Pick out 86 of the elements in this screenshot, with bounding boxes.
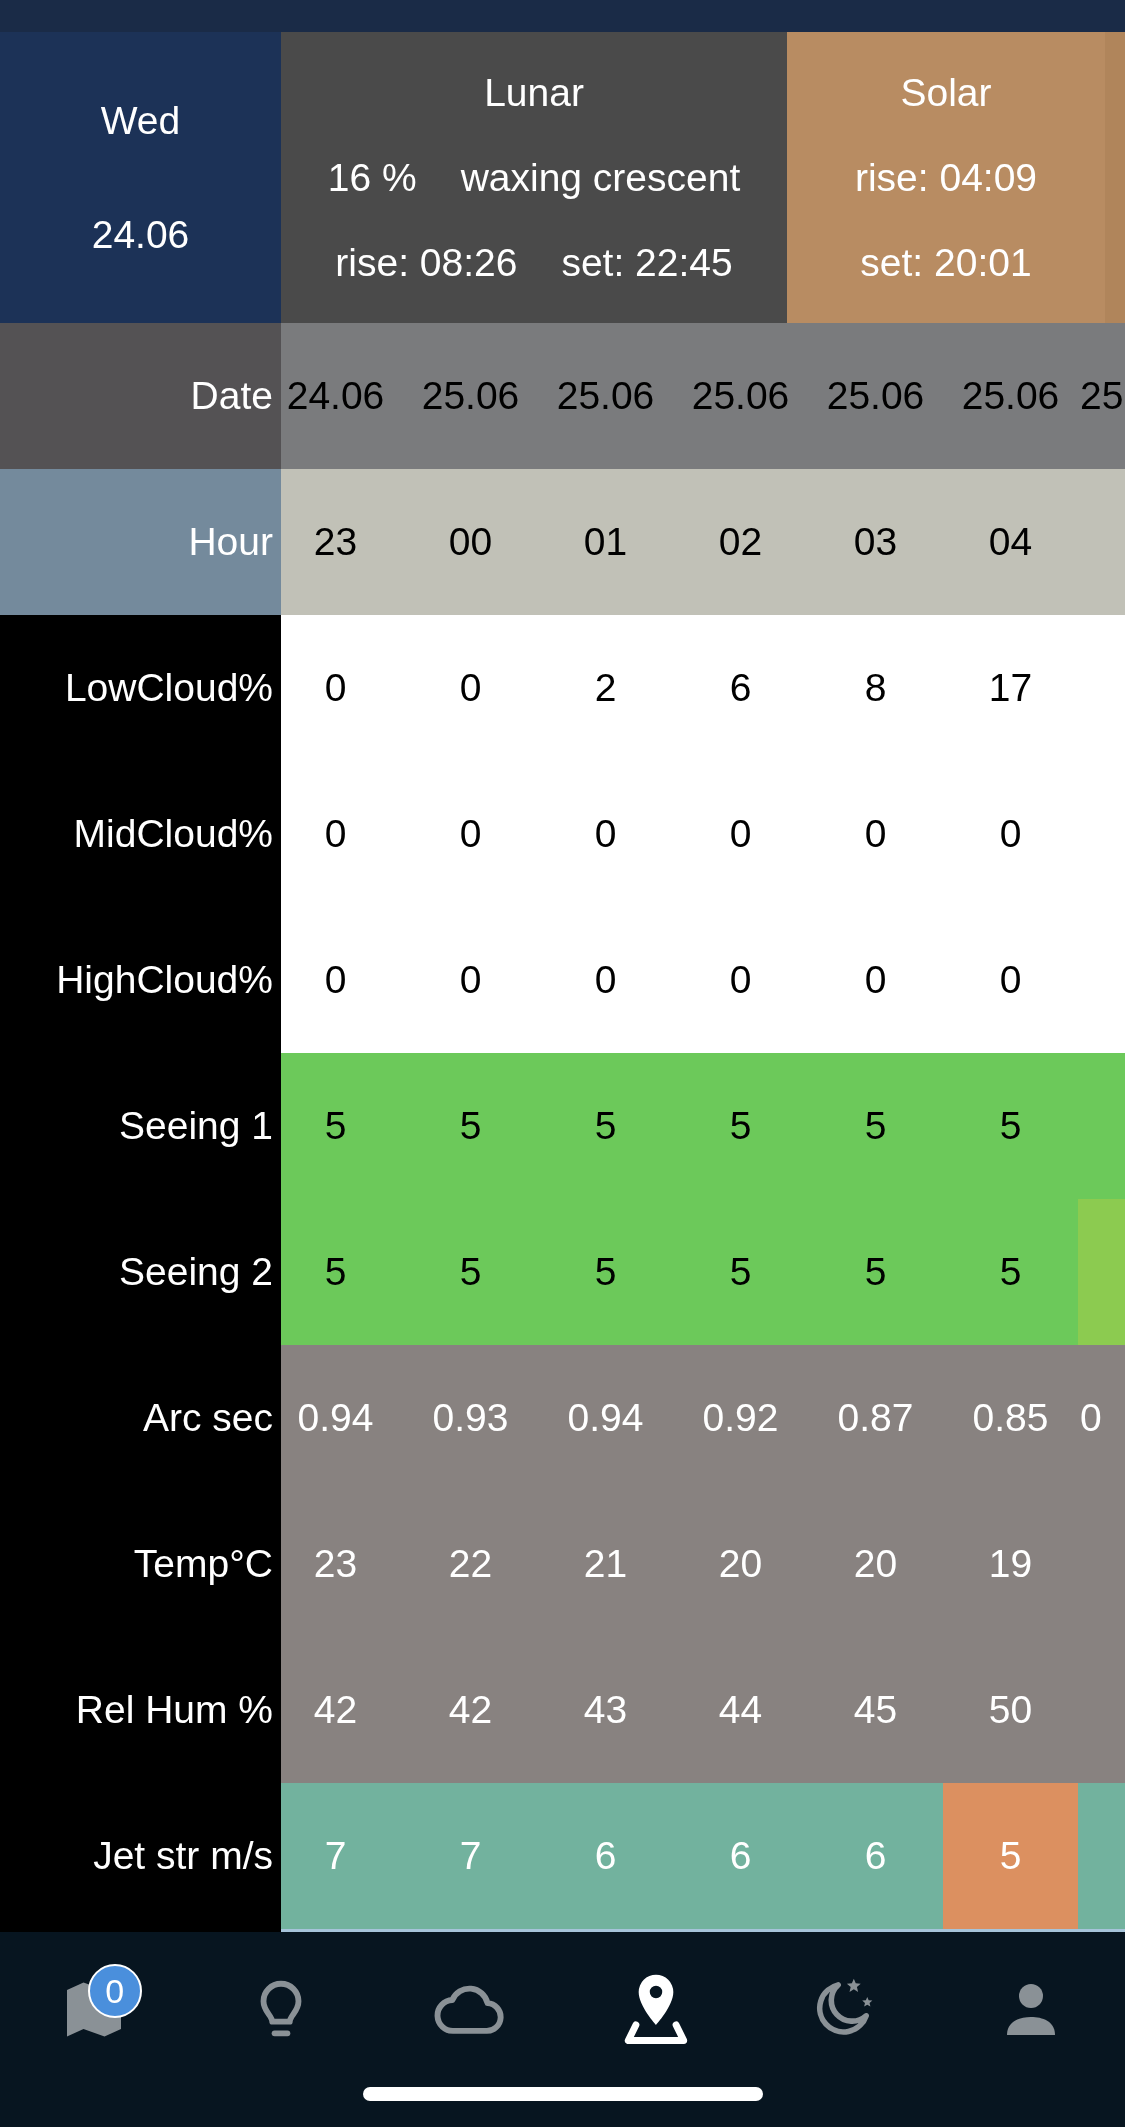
table-cell: 5 (281, 1053, 403, 1199)
panel-title: Solar (900, 69, 992, 116)
table-cell: 5 (538, 1053, 673, 1199)
table-cell-text: 25.06 (690, 373, 791, 419)
table-cell-text: 22 (447, 1541, 494, 1587)
table-cell-text: 43 (582, 1687, 629, 1733)
notification-badge: 0 (87, 1964, 142, 2018)
table-cell-text: 0 (323, 811, 348, 857)
table-cell-text: 0 (998, 957, 1023, 1003)
table-cell-text: 25.06 (960, 373, 1061, 419)
table-cell-text: 25.06 (420, 373, 521, 419)
table-cell-text: 00 (447, 519, 494, 565)
sunrise-time: rise: 04:09 (854, 154, 1038, 201)
table-cell: 5 (808, 1199, 943, 1345)
table-cell-text: 0 (1079, 1395, 1103, 1441)
table-cell-text: 0 (863, 811, 888, 857)
cloud-icon (432, 1984, 505, 2034)
table-cell-text: 0 (323, 957, 348, 1003)
moon-illumination: 16 % (327, 154, 417, 201)
row-label: Date (0, 323, 281, 469)
moonset-time: set: 22:45 (561, 239, 733, 286)
table-cell-text: 23 (312, 1541, 359, 1587)
table-cell-text: 23 (312, 519, 359, 565)
lightbulb-icon (260, 1980, 303, 2038)
table-cell-text: 20 (717, 1541, 764, 1587)
table-cell-text: 0.87 (836, 1395, 915, 1441)
table-cell: 5 (943, 1053, 1078, 1199)
table-cell-text: 44 (717, 1687, 764, 1733)
weekday-label: Wed (100, 97, 181, 144)
table-cell-text: 50 (987, 1687, 1034, 1733)
table-cell: 6 (538, 1783, 673, 1929)
table-cell-text: 0 (728, 957, 753, 1003)
table-cell-text: 19 (987, 1541, 1034, 1587)
table-cell-text: 0 (863, 957, 888, 1003)
table-cell-text: 0 (593, 811, 618, 857)
table-cell-text: 0 (458, 957, 483, 1003)
table-cell-text: 17 (987, 665, 1034, 711)
table-cell: 5 (403, 1199, 538, 1345)
table-cell-text: 42 (447, 1687, 494, 1733)
table-cell-text: 0 (728, 811, 753, 857)
table-cell-text: 2 (593, 665, 618, 711)
table-cell: 5 (943, 1199, 1078, 1345)
table-cell: 5 (403, 1053, 538, 1199)
moonrise-time: rise: 08:26 (335, 239, 518, 286)
table-cell-text: 0 (458, 811, 483, 857)
table-cell: 5 (943, 1783, 1078, 1929)
panel-title: Lunar (484, 69, 584, 116)
table-cell: 5 (673, 1199, 808, 1345)
table-cell-text: 01 (582, 519, 629, 565)
table-cell-text: 0 (998, 811, 1023, 857)
table-cell: 5 (281, 1199, 403, 1345)
person-icon (1007, 1983, 1056, 2035)
table-cell-text: 0 (458, 665, 483, 711)
table-cell-text: 21 (582, 1541, 629, 1587)
table-cell-text: 25 (1079, 373, 1125, 419)
table-cell-text: 0.94 (566, 1395, 645, 1441)
table-cell: 5 (808, 1053, 943, 1199)
table-cell-text: 20 (852, 1541, 899, 1587)
table-cell-text: 04 (987, 519, 1034, 565)
table-cell-text: 0.92 (701, 1395, 780, 1441)
table-cell-text: 0.94 (296, 1395, 375, 1441)
table-cell-text: 8 (863, 665, 888, 711)
table-cell-text: 0 (593, 957, 618, 1003)
table-cell-text: 6 (728, 665, 753, 711)
date-label: 24.06 (91, 211, 190, 258)
table-cell-text: 0 (323, 665, 348, 711)
table-cell-text: 42 (312, 1687, 359, 1733)
sunset-time: set: 20:01 (860, 239, 1032, 286)
nav-tab[interactable]: 0 (33, 1959, 154, 2059)
location-pin-icon (624, 1974, 689, 2044)
table-cell-text: 03 (852, 519, 899, 565)
table-cell: 5 (673, 1053, 808, 1199)
table-cell: 7 (403, 1783, 538, 1929)
table-cell: 6 (808, 1783, 943, 1929)
table-cell: 6 (673, 1783, 808, 1929)
table-cell-text: 0.93 (431, 1395, 510, 1441)
table-cell-text: 24.06 (285, 373, 386, 419)
table-cell-text: 25.06 (825, 373, 926, 419)
table-cell-text: 0.85 (971, 1395, 1050, 1441)
table-cell: 5 (538, 1199, 673, 1345)
row-label: Hour (0, 469, 281, 615)
moon-phase: waxing crescent (460, 154, 741, 201)
table-cell-text: 02 (717, 519, 764, 565)
table-cell-text: 25.06 (555, 373, 656, 419)
table-cell-text: 45 (852, 1687, 899, 1733)
table-cell: 7 (281, 1783, 403, 1929)
